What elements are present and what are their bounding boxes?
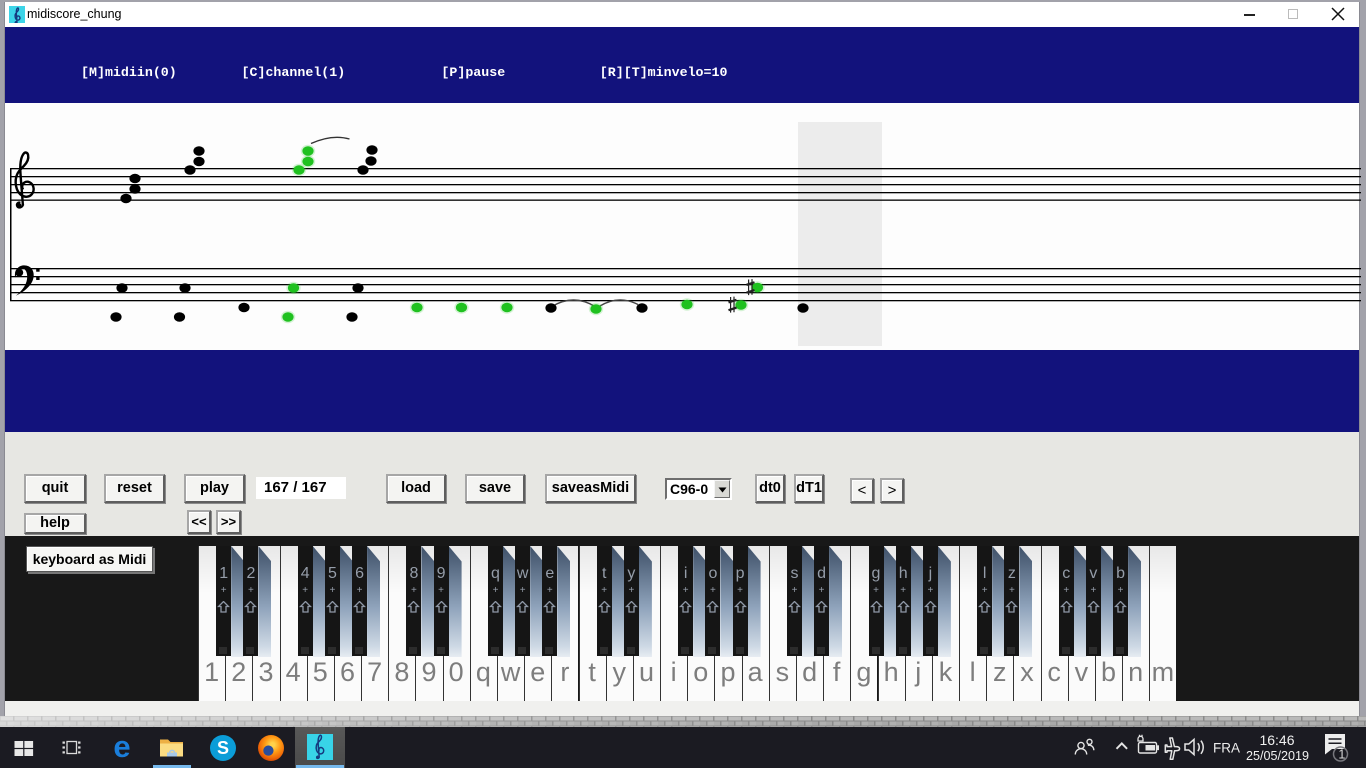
svg-text:1: 1 (1338, 748, 1345, 762)
svg-text:FRA: FRA (1213, 741, 1240, 756)
